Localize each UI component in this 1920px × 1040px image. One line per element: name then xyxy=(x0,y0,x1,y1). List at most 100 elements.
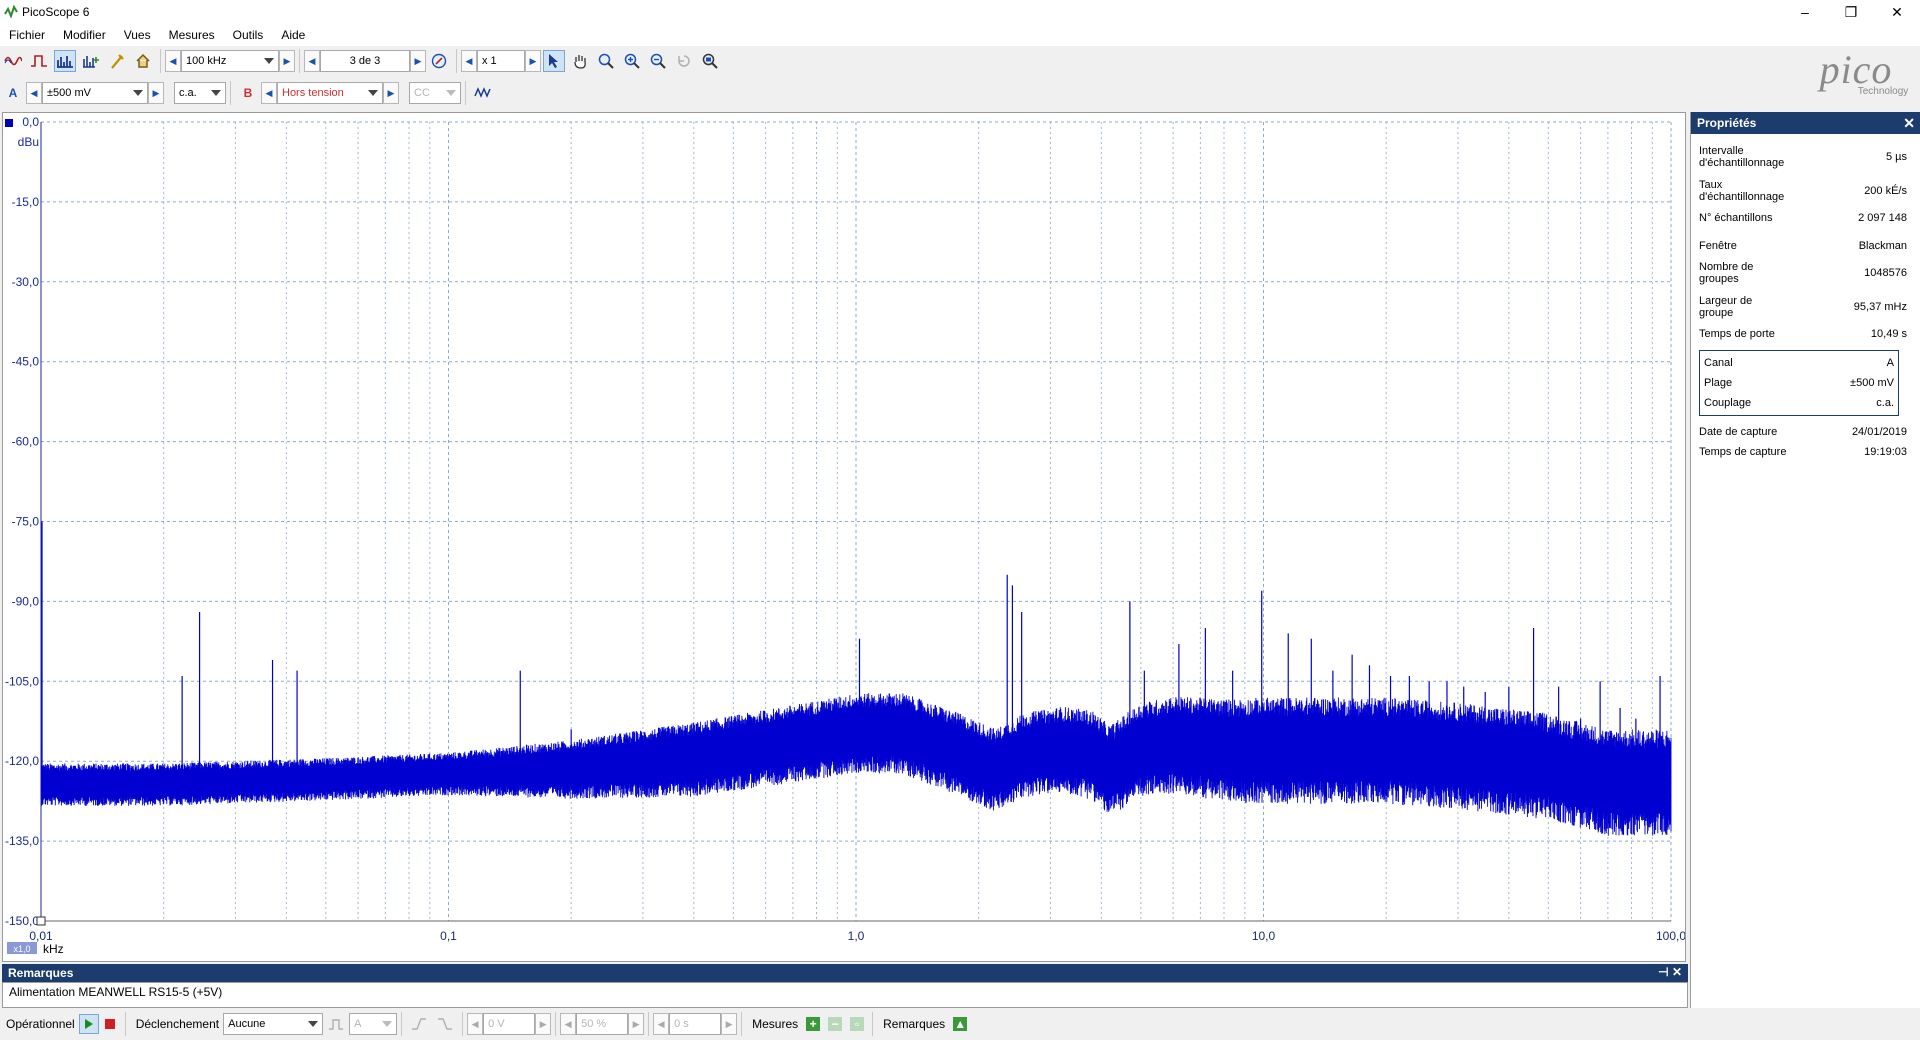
scope-mode-icon[interactable] xyxy=(2,50,24,72)
spectrum-chart[interactable]: 0,01 0,1 1,0 10,0 100,0 0,0 -15,0 -30,0 -45,0 -60… xyxy=(3,113,1685,961)
persistence-mode-icon[interactable] xyxy=(28,50,50,72)
timebase-prev-button[interactable]: ◀ xyxy=(165,50,181,72)
zoom-area-icon[interactable] xyxy=(595,50,617,72)
x-axis-unit-label: kHz xyxy=(43,942,64,956)
y-tick-label: 0,0 xyxy=(22,115,39,129)
zoom-out-icon[interactable] xyxy=(647,50,669,72)
pretrigger-value: 50 % xyxy=(581,1018,607,1030)
properties-close-icon[interactable]: ✕ xyxy=(1903,115,1915,132)
channel-b-coupling-value: CC xyxy=(414,87,430,99)
y-tick-label: -15,0 xyxy=(12,195,40,209)
property-row: Temps de capture 19:19:03 xyxy=(1691,442,1920,462)
spectrum-mode-icon[interactable] xyxy=(54,50,76,72)
stop-button[interactable] xyxy=(101,1015,119,1033)
trigger-delay-prev-button[interactable]: ◀ xyxy=(653,1013,670,1035)
x-tick-label: 1,0 xyxy=(848,929,865,943)
window-title: PicoScope 6 xyxy=(22,5,90,19)
zoom-badge-label: x1,0 xyxy=(13,944,30,954)
zoom-next-button[interactable]: ▶ xyxy=(525,50,541,72)
timebase-select[interactable]: 100 kHz xyxy=(181,50,279,72)
origin-marker-icon xyxy=(36,916,46,926)
falling-edge-icon[interactable] xyxy=(434,1013,456,1035)
edit-measure-button[interactable]: − xyxy=(826,1015,844,1033)
zoom-level[interactable]: x 1 xyxy=(477,50,525,72)
property-row: Date de capture 24/01/2019 xyxy=(1691,422,1920,442)
buffer-overview-icon[interactable] xyxy=(428,50,450,72)
menu-mesures[interactable]: Mesures xyxy=(160,28,224,42)
channel-b-options-button[interactable]: B xyxy=(237,82,259,104)
trigger-channel-select[interactable]: A xyxy=(349,1013,398,1035)
channel-b-range-prev-button[interactable]: ◀ xyxy=(261,82,277,104)
channel-a-options-button[interactable]: A xyxy=(2,82,24,104)
remarks-text[interactable]: Alimentation MEANWELL RS15-5 (+5V) xyxy=(2,982,1688,1008)
channel-a-range-next-button[interactable]: ▶ xyxy=(148,82,164,104)
menu-outils[interactable]: Outils xyxy=(224,28,273,42)
property-label: Taux d'échantillonnage xyxy=(1699,179,1785,203)
zoom-overview-icon[interactable] xyxy=(699,50,721,72)
trigger-level-field[interactable]: 0 V xyxy=(483,1013,536,1035)
pretrigger-prev-button[interactable]: ◀ xyxy=(560,1013,577,1035)
buffer-prev-button[interactable]: ◀ xyxy=(304,50,320,72)
minimize-button[interactable]: – xyxy=(1782,0,1828,24)
property-value: Blackman xyxy=(1858,240,1907,252)
status-divider xyxy=(462,1012,464,1036)
run-button[interactable] xyxy=(78,1014,99,1034)
x-tick-label: 0,1 xyxy=(440,929,457,943)
y-tick-label: -120,0 xyxy=(5,754,39,768)
signal-generator-icon[interactable] xyxy=(472,82,494,104)
buffer-navigator[interactable]: 3 de 3 xyxy=(320,50,410,72)
property-row: Fenêtre Blackman xyxy=(1691,236,1920,256)
pointer-tool-icon[interactable] xyxy=(543,50,565,72)
channel-b-range-next-button[interactable]: ▶ xyxy=(383,82,399,104)
property-value: 95,37 mHz xyxy=(1853,301,1907,313)
toolbar-divider xyxy=(456,49,457,73)
menu-modifier[interactable]: Modifier xyxy=(54,28,115,42)
menu-vues[interactable]: Vues xyxy=(115,28,160,42)
add-spectrum-view-icon[interactable] xyxy=(80,50,102,72)
channel-a-coupling-select[interactable]: c.a. xyxy=(174,82,226,104)
buffer-next-button[interactable]: ▶ xyxy=(410,50,426,72)
rising-edge-icon[interactable] xyxy=(408,1013,430,1035)
status-divider xyxy=(401,1012,403,1036)
menu-fichier[interactable]: Fichier xyxy=(0,28,54,42)
advanced-trigger-icon[interactable] xyxy=(325,1013,347,1035)
y-tick-label: -90,0 xyxy=(12,594,40,608)
channel-b-coupling-select[interactable]: CC xyxy=(409,82,461,104)
zoom-in-icon[interactable] xyxy=(621,50,643,72)
add-measure-button[interactable]: + xyxy=(804,1015,822,1033)
spectrum-view[interactable]: 0,01 0,1 1,0 10,0 100,0 0,0 -15,0 -30,0 -45,0 -60… xyxy=(2,112,1686,962)
trigger-level-next-button[interactable]: ▶ xyxy=(535,1013,552,1035)
hand-tool-icon[interactable] xyxy=(569,50,591,72)
y-tick-label: -30,0 xyxy=(12,275,40,289)
close-button[interactable]: ✕ xyxy=(1874,0,1920,24)
restore-button[interactable]: ❐ xyxy=(1828,0,1874,24)
channel-a-range-value: ±500 mV xyxy=(47,87,91,99)
status-bar: Opérationnel Déclenchement Aucune A ◀ 0 … xyxy=(0,1008,1920,1040)
mode-label: Opérationnel xyxy=(6,1017,75,1031)
property-row: Canal A xyxy=(1700,353,1898,373)
channel-a-coupling-value: c.a. xyxy=(179,87,197,99)
auto-setup-icon[interactable] xyxy=(106,50,128,72)
status-divider xyxy=(555,1012,557,1036)
menu-aide[interactable]: Aide xyxy=(272,28,314,42)
trigger-level-prev-button[interactable]: ◀ xyxy=(467,1013,484,1035)
zoom-prev-button[interactable]: ◀ xyxy=(461,50,477,72)
pretrigger-next-button[interactable]: ▶ xyxy=(628,1013,645,1035)
pretrigger-field[interactable]: 50 % xyxy=(576,1013,629,1035)
undo-zoom-icon[interactable] xyxy=(673,50,695,72)
status-divider xyxy=(124,1012,126,1036)
timebase-next-button[interactable]: ▶ xyxy=(279,50,295,72)
y-tick-label: -135,0 xyxy=(5,834,39,848)
channel-b-range-select[interactable]: Hors tension xyxy=(277,82,383,104)
channel-a-range-prev-button[interactable]: ◀ xyxy=(26,82,42,104)
remove-measure-button[interactable]: ▫ xyxy=(848,1015,866,1033)
trigger-mode-select[interactable]: Aucune xyxy=(223,1013,324,1035)
toolbar-divider xyxy=(230,81,231,105)
home-icon[interactable] xyxy=(132,50,154,72)
chevron-down-icon xyxy=(133,90,143,96)
trigger-delay-field[interactable]: 0 s xyxy=(669,1013,722,1035)
toggle-remarks-button[interactable]: ▲ xyxy=(951,1015,969,1033)
trigger-delay-next-button[interactable]: ▶ xyxy=(721,1013,738,1035)
channel-a-range-select[interactable]: ±500 mV xyxy=(42,82,148,104)
remarks-pin-close-icon[interactable]: ⊣ ✕ xyxy=(1658,965,1682,979)
